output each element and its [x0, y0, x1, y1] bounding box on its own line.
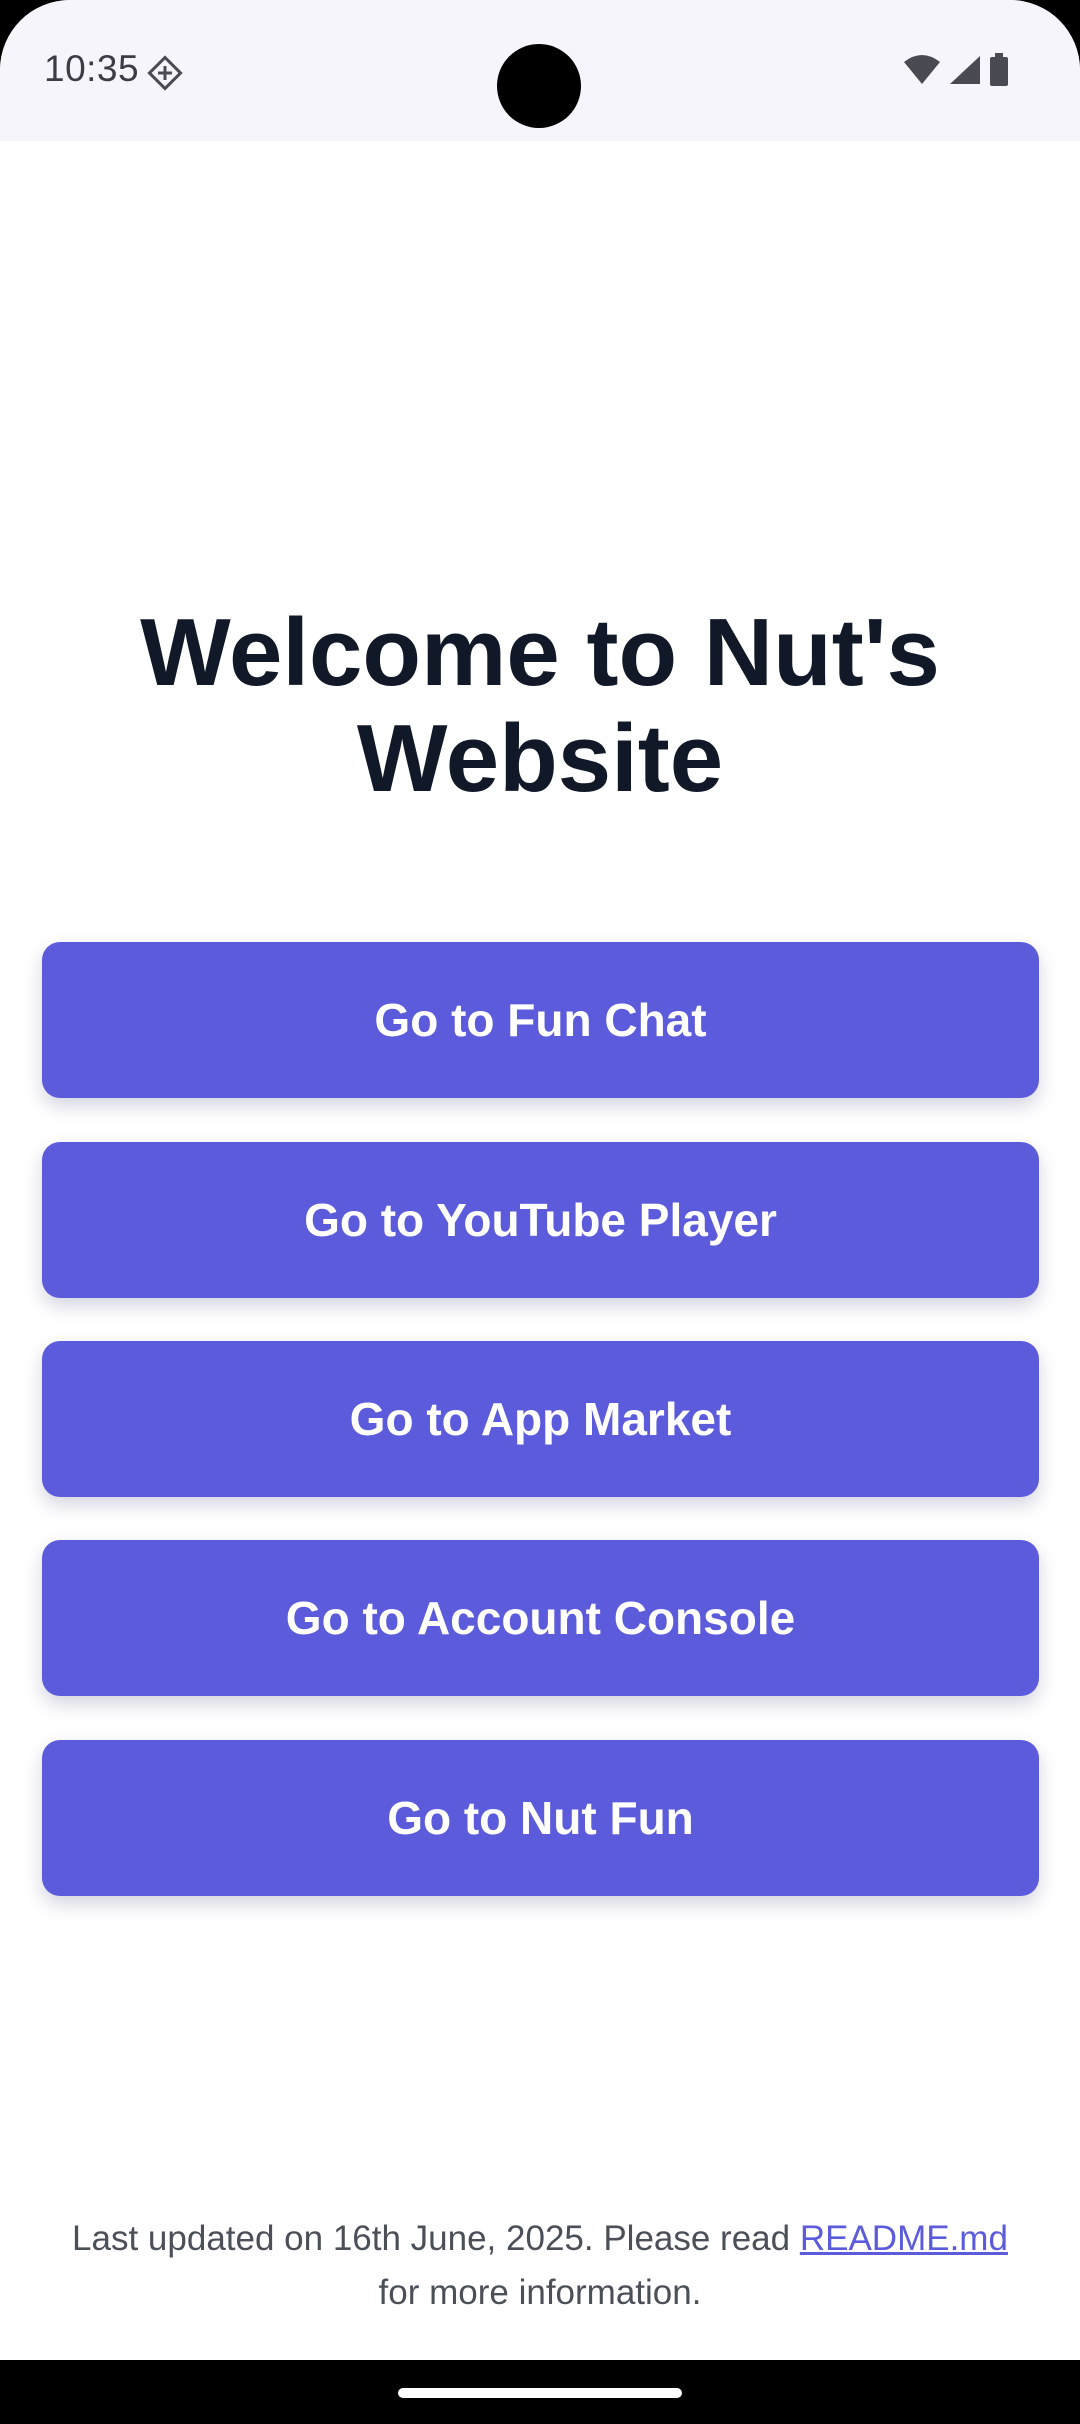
page-title-line-2: Website — [356, 705, 724, 812]
footer-note: Last updated on 16th June, 2025. Please … — [0, 2212, 1080, 2320]
nut-fun-button[interactable]: Go to Nut Fun — [42, 1740, 1039, 1896]
fun-chat-button[interactable]: Go to Fun Chat — [42, 942, 1039, 1098]
page-title-line-1: Welcome to Nut's — [140, 599, 940, 706]
readme-link[interactable]: README.md — [800, 2219, 1008, 2258]
wifi-icon — [902, 54, 942, 91]
battery-icon — [988, 52, 1010, 92]
footer-text-end: for more information. — [378, 2273, 702, 2312]
account-console-button[interactable]: Go to Account Console — [42, 1540, 1039, 1696]
app-notification-icon — [146, 54, 184, 92]
youtube-player-button[interactable]: Go to YouTube Player — [42, 1142, 1039, 1298]
home-indicator[interactable] — [398, 2388, 682, 2398]
status-icons — [902, 52, 1010, 92]
page-title: Welcome to Nut's Website — [0, 600, 1080, 812]
status-time: 10:35 — [44, 48, 140, 89]
signal-icon — [948, 54, 982, 91]
app-screen: 10:35 Welcome to Nut's Website Go to Fun… — [0, 0, 1080, 2360]
status-bar: 10:35 — [0, 0, 1080, 141]
app-market-button[interactable]: Go to App Market — [42, 1341, 1039, 1497]
footer-text: Last updated on 16th June, 2025. Please … — [72, 2219, 800, 2258]
camera-cutout — [497, 44, 581, 128]
